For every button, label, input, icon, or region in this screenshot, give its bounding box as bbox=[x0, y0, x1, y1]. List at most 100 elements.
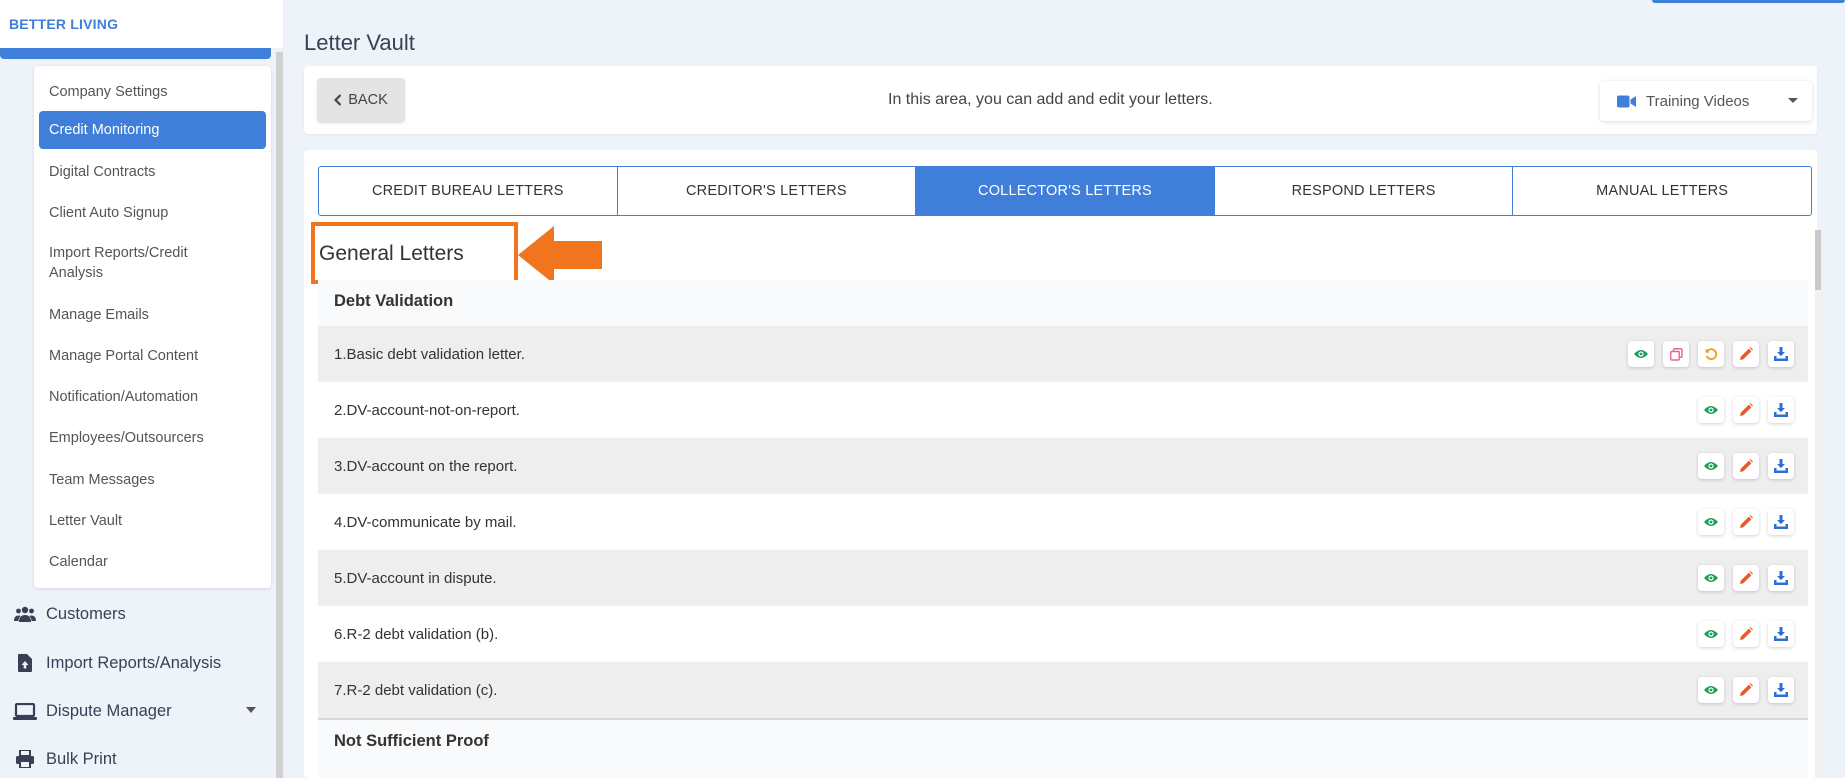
laptop-icon bbox=[12, 701, 38, 721]
copy-letter-button[interactable] bbox=[1663, 341, 1689, 367]
sidebar-scrollbar[interactable] bbox=[276, 52, 283, 778]
letter-row: 7.R-2 debt validation (c). bbox=[318, 662, 1808, 718]
download-letter-button[interactable] bbox=[1768, 621, 1794, 647]
pencil-icon bbox=[1739, 459, 1753, 473]
group-title: Debt Validation bbox=[334, 292, 454, 310]
submenu-item-team-messages[interactable]: Team Messages bbox=[49, 470, 259, 490]
edit-letter-button[interactable] bbox=[1733, 397, 1759, 423]
letter-name: 5.DV-account in dispute. bbox=[334, 569, 497, 587]
submenu-item-manage-emails[interactable]: Manage Emails bbox=[49, 305, 259, 325]
back-button-label: BACK bbox=[348, 92, 388, 108]
download-letter-button[interactable] bbox=[1768, 397, 1794, 423]
letter-row: 4.DV-communicate by mail. bbox=[318, 494, 1808, 550]
copy-icon bbox=[1669, 347, 1683, 361]
training-videos-label: Training Videos bbox=[1646, 92, 1750, 110]
letter-actions bbox=[1698, 621, 1794, 647]
users-icon bbox=[12, 604, 38, 624]
download-letter-button[interactable] bbox=[1768, 509, 1794, 535]
chevron-down-icon[interactable] bbox=[246, 707, 256, 713]
view-letter-button[interactable] bbox=[1698, 453, 1724, 479]
letter-actions bbox=[1698, 509, 1794, 535]
edit-letter-button[interactable] bbox=[1733, 621, 1759, 647]
download-letter-button[interactable] bbox=[1768, 453, 1794, 479]
download-icon bbox=[1774, 347, 1788, 361]
letter-list: 1.Basic debt validation letter. 2.DV-acco… bbox=[318, 326, 1808, 718]
view-letter-button[interactable] bbox=[1698, 621, 1724, 647]
back-button[interactable]: BACK bbox=[317, 78, 405, 122]
letter-row: 2.DV-account-not-on-report. bbox=[318, 382, 1808, 438]
eye-icon bbox=[1704, 405, 1718, 415]
submenu-item-digital-contracts[interactable]: Digital Contracts bbox=[49, 162, 259, 182]
eye-icon bbox=[1704, 461, 1718, 471]
submenu-item-calendar[interactable]: Calendar bbox=[49, 552, 259, 572]
nav-label: Bulk Print bbox=[46, 749, 117, 768]
settings-menu-header[interactable] bbox=[0, 48, 271, 59]
submenu-item-company-settings[interactable]: Company Settings bbox=[49, 82, 259, 102]
restore-letter-button[interactable] bbox=[1698, 341, 1724, 367]
letter-name: 4.DV-communicate by mail. bbox=[334, 513, 517, 531]
submenu-item-client-auto-signup[interactable]: Client Auto Signup bbox=[49, 203, 259, 223]
tab-collectors-letters[interactable]: COLLECTOR'S LETTERS bbox=[916, 167, 1215, 215]
view-letter-button[interactable] bbox=[1698, 509, 1724, 535]
nav-item-customers[interactable]: Customers bbox=[12, 599, 126, 629]
letter-name: 1.Basic debt validation letter. bbox=[334, 345, 525, 363]
tab-credit-bureau-letters[interactable]: CREDIT BUREAU LETTERS bbox=[319, 167, 618, 215]
edit-letter-button[interactable] bbox=[1733, 565, 1759, 591]
chevron-down-icon bbox=[1788, 98, 1798, 103]
letter-actions bbox=[1698, 565, 1794, 591]
edit-letter-button[interactable] bbox=[1733, 453, 1759, 479]
submenu-item-credit-monitoring[interactable]: Credit Monitoring bbox=[39, 111, 266, 149]
submenu-item-manage-portal-content[interactable]: Manage Portal Content bbox=[49, 346, 259, 366]
header-card: BACK In this area, you can add and edit … bbox=[304, 66, 1817, 134]
chevron-left-icon bbox=[334, 94, 342, 106]
letter-category-tabs: CREDIT BUREAU LETTERS CREDITOR'S LETTERS… bbox=[318, 166, 1812, 216]
letter-name: 6.R-2 debt validation (b). bbox=[334, 625, 499, 643]
download-icon bbox=[1774, 571, 1788, 585]
view-letter-button[interactable] bbox=[1698, 677, 1724, 703]
download-letter-button[interactable] bbox=[1768, 565, 1794, 591]
submenu-item-letter-vault[interactable]: Letter Vault bbox=[49, 511, 259, 531]
brand-logo-text[interactable]: BETTER LIVING bbox=[9, 16, 118, 32]
letter-row: 3.DV-account on the report. bbox=[318, 438, 1808, 494]
edit-letter-button[interactable] bbox=[1733, 677, 1759, 703]
eye-icon bbox=[1704, 517, 1718, 527]
submenu-item-import-reports-credit-analysis[interactable]: Import Reports/Credit Analysis bbox=[49, 243, 239, 283]
view-letter-button[interactable] bbox=[1698, 397, 1724, 423]
tab-manual-letters[interactable]: MANUAL LETTERS bbox=[1513, 167, 1811, 215]
letters-card: CREDIT BUREAU LETTERS CREDITOR'S LETTERS… bbox=[304, 150, 1821, 778]
letter-group-debt-validation: Debt Validation 1.Basic debt validation … bbox=[318, 280, 1808, 726]
pencil-icon bbox=[1739, 347, 1753, 361]
edit-letter-button[interactable] bbox=[1733, 341, 1759, 367]
content-scrollbar[interactable] bbox=[1815, 230, 1821, 778]
tab-creditors-letters[interactable]: CREDITOR'S LETTERS bbox=[618, 167, 917, 215]
download-letter-button[interactable] bbox=[1768, 341, 1794, 367]
pencil-icon bbox=[1739, 627, 1753, 641]
annotation-arrow-icon bbox=[518, 226, 602, 284]
submenu-item-notification-automation[interactable]: Notification/Automation bbox=[49, 387, 259, 407]
download-icon bbox=[1774, 627, 1788, 641]
nav-label: Dispute Manager bbox=[46, 701, 172, 720]
tab-respond-letters[interactable]: RESPOND LETTERS bbox=[1215, 167, 1514, 215]
view-letter-button[interactable] bbox=[1698, 565, 1724, 591]
annotation-highlight-box bbox=[311, 222, 518, 284]
nav-item-dispute-manager[interactable]: Dispute Manager bbox=[12, 696, 172, 726]
letter-actions bbox=[1698, 453, 1794, 479]
header-message: In this area, you can add and edit your … bbox=[888, 91, 1213, 108]
nav-item-import-reports-analysis[interactable]: Import Reports/Analysis bbox=[12, 648, 221, 678]
pencil-icon bbox=[1739, 683, 1753, 697]
file-upload-icon bbox=[12, 653, 38, 673]
submenu-item-employees-outsourcers[interactable]: Employees/Outsourcers bbox=[49, 428, 259, 448]
pencil-icon bbox=[1739, 571, 1753, 585]
eye-icon bbox=[1704, 573, 1718, 583]
edit-letter-button[interactable] bbox=[1733, 509, 1759, 535]
top-accent-bar bbox=[1652, 0, 1845, 3]
download-letter-button[interactable] bbox=[1768, 677, 1794, 703]
training-videos-dropdown[interactable]: Training Videos bbox=[1600, 81, 1812, 121]
nav-item-bulk-print[interactable]: Bulk Print bbox=[12, 744, 117, 774]
letter-row: 5.DV-account in dispute. bbox=[318, 550, 1808, 606]
settings-submenu: Company Settings Credit Monitoring Digit… bbox=[34, 66, 271, 588]
content-scrollbar-thumb[interactable] bbox=[1815, 230, 1821, 290]
pencil-icon bbox=[1739, 403, 1753, 417]
view-letter-button[interactable] bbox=[1628, 341, 1654, 367]
letter-group-not-sufficient-proof: Not Sufficient Proof bbox=[318, 720, 1808, 778]
